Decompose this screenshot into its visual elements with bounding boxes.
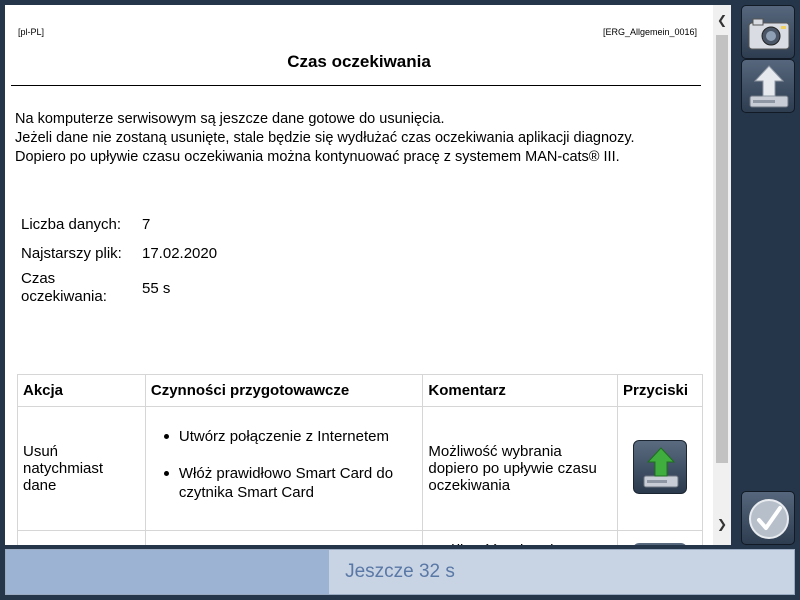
checkmark-icon [749,499,789,539]
intro-line: Dopiero po upływie czasu oczekiwania moż… [15,149,620,165]
document-id: [ERG_Allgemein_0016] [602,27,697,37]
fact-value: 55 s [142,279,171,297]
upload-data-button-partial[interactable] [633,543,687,545]
language-code: [pl-PL] [18,27,45,37]
column-header-comment: Komentarz [422,374,619,407]
list-item: Włóż prawidłowo Smart Card do czytnika S… [163,464,418,502]
actions-table: Akcja Czynności przygotowawcze Komentarz… [17,374,703,545]
intro-line: Jeżeli dane nie zostaną usunięte, stale … [15,130,635,146]
table-header-row: Akcja Czynności przygotowawcze Komentarz… [17,374,703,407]
camera-icon [748,18,790,50]
intro-text: Na komputerze serwisowym są jeszcze dane… [15,110,705,167]
fact-label: Najstarszy plik: [21,244,122,262]
fact-row-oldest: Najstarszy plik: 17.02.2020 [21,239,217,268]
fact-value: 17.02.2020 [142,245,218,262]
action-cell [17,530,146,545]
button-cell [617,406,703,531]
prep-cell: Utwórz połączenie z Internetem Włóż praw… [144,406,424,531]
vertical-scrollbar[interactable]: ❮ ❯ [713,5,731,545]
fact-row-wait: Czas oczekiwania: 55 s [21,268,217,308]
data-facts: Liczba danych: 7 Najstarszy plik: 17.02.… [21,210,217,308]
scroll-thumb[interactable] [716,35,728,463]
wait-status-bar: Jeszcze 32 s [5,549,795,595]
document-frame: [pl-PL] [ERG_Allgemein_0016] Czas oczeki… [5,5,731,545]
document-content: [pl-PL] [ERG_Allgemein_0016] Czas oczeki… [5,5,713,545]
fact-label: Czas oczekiwania: [21,270,107,305]
column-header-prep: Czynności przygotowawcze [144,374,424,407]
table-row: Usuń natychmiast dane Utwórz połączenie … [17,406,703,531]
upload-drive-icon [749,65,789,108]
column-header-buttons: Przyciski [617,374,703,407]
comment-cell: Możliwość wybrania [422,530,619,545]
title-divider [11,85,701,86]
wait-status-text: Jeszcze 32 s [345,561,455,582]
list-item: Utwórz połączenie z Internetem [163,427,418,446]
confirm-button[interactable] [741,491,795,545]
upload-drive-icon [643,446,679,487]
prep-list: Utwórz połączenie z Internetem Włóż praw… [151,427,418,502]
column-header-action: Akcja [17,374,146,407]
action-cell: Usuń natychmiast dane [17,406,146,531]
table-row: Możliwość wybrania [17,530,703,545]
page-title: Czas oczekiwania [287,52,431,71]
fact-value: 7 [142,216,151,233]
scroll-down-arrow-icon[interactable]: ❯ [713,515,731,533]
button-cell [617,530,703,545]
upload-button[interactable] [741,59,795,113]
prep-cell [144,530,424,545]
upload-data-button[interactable] [633,439,687,494]
intro-line: Na komputerze serwisowym są jeszcze dane… [15,111,445,127]
screenshot-button[interactable] [741,5,795,59]
comment-cell: Możliwość wybrania dopiero po upływie cz… [422,406,619,531]
fact-label: Liczba danych: [21,215,122,233]
scroll-up-arrow-icon[interactable]: ❮ [713,11,731,29]
fact-row-count: Liczba danych: 7 [21,210,217,239]
